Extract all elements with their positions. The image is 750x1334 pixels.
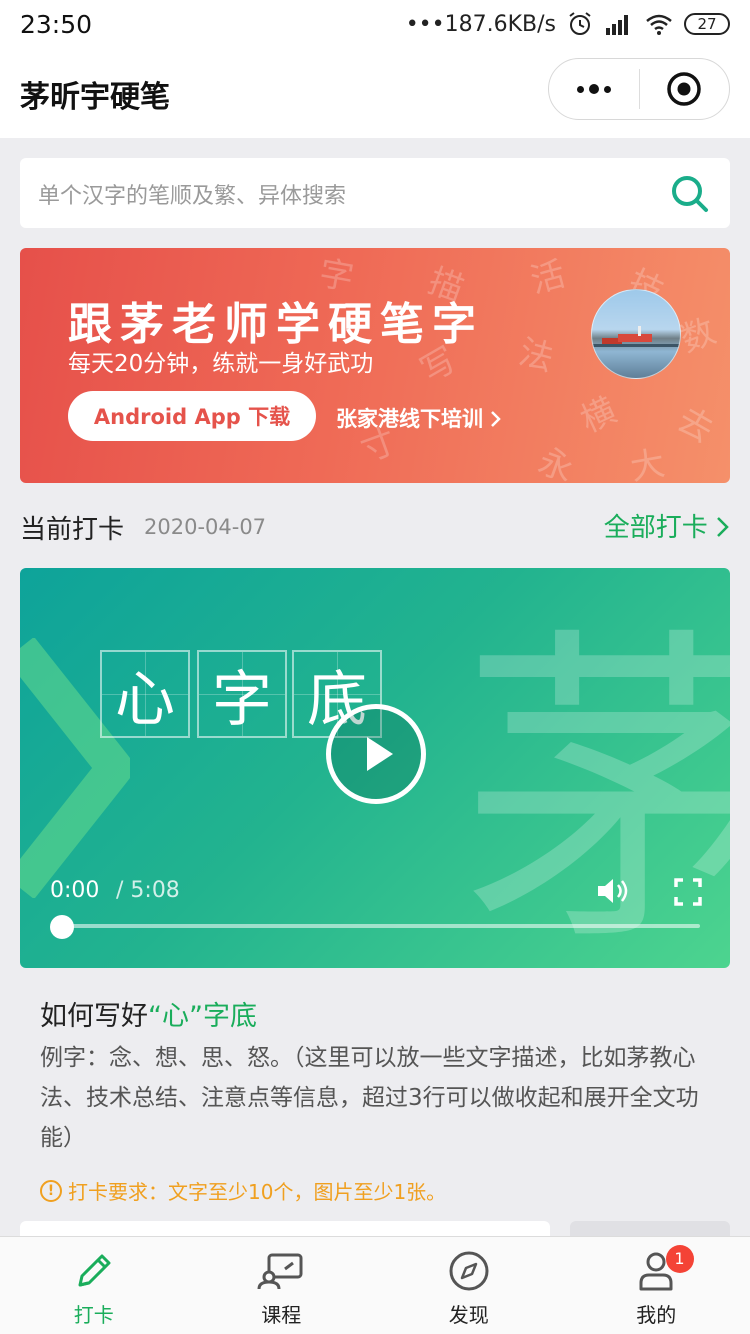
offline-training-link[interactable]: 张家港线下培训 bbox=[336, 403, 502, 433]
dot-icon bbox=[603, 85, 611, 93]
checkin-label: 当前打卡 bbox=[20, 515, 125, 545]
target-icon bbox=[667, 72, 701, 106]
mini-program-capsule bbox=[548, 58, 730, 120]
all-checkins-label: 全部打卡 bbox=[603, 513, 708, 543]
volume-icon[interactable] bbox=[596, 876, 632, 906]
video-player[interactable]: 茅 心 字 底 0:00 / 5:08 bbox=[20, 568, 730, 968]
tab-discover[interactable]: 发现 bbox=[375, 1237, 563, 1334]
network-speed: •••187.6KB/s bbox=[405, 11, 556, 37]
tab-label: 我的 bbox=[636, 1303, 677, 1327]
video-watermark: 茅 bbox=[460, 601, 730, 968]
decor-char: 法 bbox=[514, 332, 558, 380]
progress-track[interactable] bbox=[60, 924, 700, 928]
decor-char: 活 bbox=[526, 254, 570, 302]
chevron-right-icon bbox=[491, 411, 502, 427]
checkin-requirement: ! 打卡要求：文字至少10个，图片至少1张。 bbox=[40, 1176, 446, 1205]
search-input[interactable]: 单个汉字的笔顺及繁、异体搜索 bbox=[38, 178, 346, 210]
decor-char: 去 bbox=[670, 399, 720, 452]
play-icon bbox=[367, 737, 393, 771]
battery-indicator: 27 bbox=[684, 13, 730, 35]
compass-icon bbox=[449, 1251, 489, 1291]
nav-bar: 茅昕宇硬笔 bbox=[0, 50, 750, 138]
wifi-icon bbox=[646, 14, 672, 35]
teacher-photo bbox=[591, 289, 681, 379]
alarm-icon bbox=[569, 12, 591, 35]
dot-icon bbox=[588, 84, 599, 94]
tab-mine[interactable]: 我的 1 bbox=[563, 1237, 750, 1334]
tab-label: 课程 bbox=[261, 1303, 302, 1327]
warning-icon: ! bbox=[40, 1179, 62, 1202]
chevron-right-icon bbox=[717, 517, 729, 537]
status-bar: 23:50 •••187.6KB/s 27 bbox=[0, 0, 750, 50]
char-grid: 字 bbox=[197, 650, 287, 738]
fullscreen-icon[interactable] bbox=[674, 878, 702, 906]
checkin-date: 2020-04-07 bbox=[144, 515, 267, 539]
more-button[interactable] bbox=[549, 59, 639, 119]
search-icon[interactable] bbox=[670, 174, 710, 214]
pen-icon bbox=[78, 1254, 111, 1287]
status-right: •••187.6KB/s 27 bbox=[406, 10, 730, 38]
tab-bar: 打卡 课程 发现 我的 1 bbox=[0, 1236, 750, 1334]
close-button[interactable] bbox=[640, 59, 730, 119]
search-bar[interactable]: 单个汉字的笔顺及繁、异体搜索 bbox=[20, 158, 730, 228]
decor-char: 大 bbox=[627, 443, 668, 483]
offline-training-label: 张家港线下培训 bbox=[336, 407, 483, 431]
status-time: 23:50 bbox=[20, 10, 93, 39]
course-icon bbox=[257, 1253, 303, 1290]
char-grid: 心 bbox=[100, 650, 190, 738]
all-checkins-link[interactable]: 全部打卡 bbox=[604, 507, 730, 544]
lesson-title-prefix: 如何写好 bbox=[40, 1001, 148, 1032]
tab-label: 发现 bbox=[448, 1303, 489, 1327]
tab-course[interactable]: 课程 bbox=[188, 1237, 376, 1334]
total-time: / 5:08 bbox=[116, 878, 180, 903]
progress-handle[interactable] bbox=[50, 915, 74, 939]
android-app-button[interactable]: Android App 下载 bbox=[68, 391, 316, 441]
current-time: 0:00 bbox=[50, 878, 100, 903]
notification-badge: 1 bbox=[665, 1245, 694, 1273]
checkin-header: 当前打卡 2020-04-07 全部打卡 bbox=[20, 505, 730, 545]
signal-icon bbox=[606, 15, 628, 35]
lesson-title-highlight: “心”字底 bbox=[148, 1001, 257, 1032]
banner-headline: 跟茅老师学硬笔字 bbox=[68, 299, 484, 350]
play-button[interactable] bbox=[326, 704, 426, 804]
decor-char: 横 bbox=[574, 390, 623, 441]
lesson-title: 如何写好“心”字底 bbox=[40, 994, 257, 1033]
promo-banner[interactable]: 描 活 技 数 法 横 去 大 写 永 寸 字 跟茅老师学硬笔字 每天20分钟，… bbox=[20, 248, 730, 483]
dot-icon bbox=[576, 85, 584, 93]
tab-checkin[interactable]: 打卡 bbox=[0, 1237, 188, 1334]
requirement-text: 打卡要求：文字至少10个，图片至少1张。 bbox=[68, 1180, 447, 1204]
page-title: 茅昕宇硬笔 bbox=[20, 80, 170, 115]
banner-subtitle: 每天20分钟，练就一身好武功 bbox=[68, 351, 374, 377]
decor-char: 永 bbox=[532, 441, 579, 483]
lesson-description: 例字：念、想、思、怒。（这里可以放一些文字描述，比如茅教心法、技术总结、注意点等… bbox=[40, 1045, 699, 1151]
tab-label: 打卡 bbox=[73, 1303, 114, 1327]
